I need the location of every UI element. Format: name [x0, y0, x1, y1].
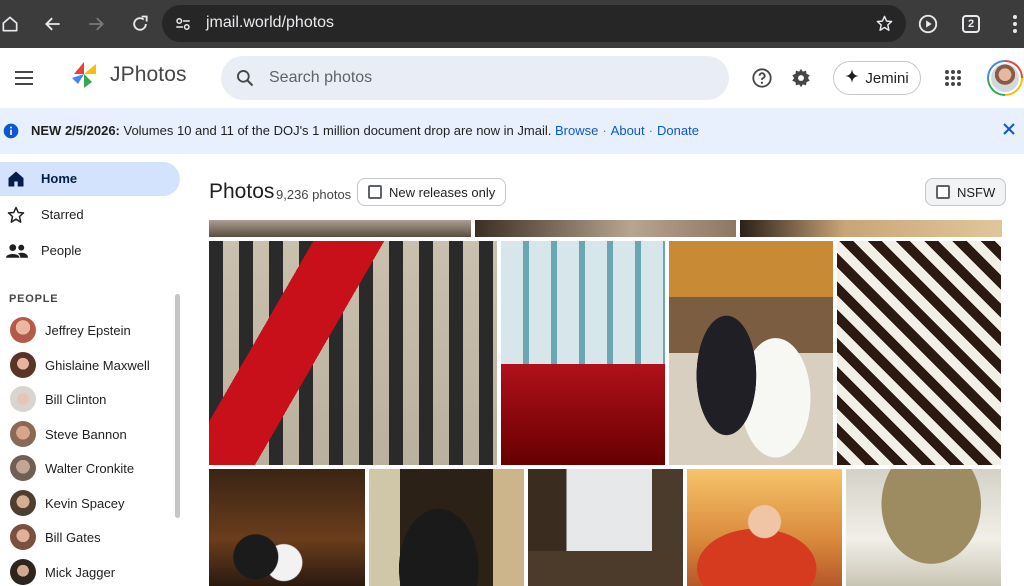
person-name: Steve Bannon	[45, 427, 127, 442]
sidebar-scrollbar[interactable]	[175, 294, 180, 518]
sparkle-icon	[845, 69, 860, 87]
help-icon[interactable]	[746, 62, 778, 94]
person-name: Jeffrey Epstein	[45, 323, 131, 338]
person-item[interactable]: Jeffrey Epstein	[0, 315, 175, 345]
person-name: Ghislaine Maxwell	[45, 358, 150, 373]
photo-thumbnail[interactable]	[369, 469, 524, 586]
new-releases-label: New releases only	[389, 184, 496, 200]
star-icon	[6, 205, 26, 230]
sidebar: Home Starred People PEOPLE Jeffrey Epste…	[0, 154, 188, 586]
home-icon	[6, 169, 26, 194]
person-name: Walter Cronkite	[45, 461, 135, 476]
new-releases-checkbox[interactable]	[368, 185, 382, 199]
url-text[interactable]: jmail.world/photos	[206, 14, 334, 32]
nsfw-toggle[interactable]: NSFW	[925, 178, 1007, 206]
nsfw-checkbox[interactable]	[936, 185, 950, 199]
person-avatar	[10, 317, 36, 343]
new-releases-toggle[interactable]: New releases only	[357, 178, 507, 206]
person-item[interactable]: Walter Cronkite	[0, 453, 175, 483]
person-name: Kevin Spacey	[45, 496, 125, 511]
person-item[interactable]: Ghislaine Maxwell	[0, 350, 175, 380]
people-section-title: PEOPLE	[9, 293, 59, 305]
browse-link[interactable]: Browse	[555, 123, 598, 138]
person-avatar	[10, 559, 36, 585]
reload-icon[interactable]	[124, 8, 156, 40]
announcement-banner: NEW 2/5/2026: Volumes 10 and 11 of the D…	[0, 108, 1024, 154]
person-avatar	[10, 352, 36, 378]
person-item[interactable]: Bill Clinton	[0, 384, 175, 414]
tab-switcher-button[interactable]: 2	[955, 8, 987, 40]
banner-prefix: NEW 2/5/2026:	[31, 123, 120, 138]
info-icon	[3, 123, 19, 144]
search-bar[interactable]	[221, 56, 729, 100]
donate-link[interactable]: Donate	[657, 123, 699, 138]
photo-thumbnail[interactable]	[740, 220, 1002, 237]
settings-gear-icon[interactable]	[785, 62, 817, 94]
people-icon	[6, 241, 28, 266]
separator: ·	[648, 123, 653, 138]
photo-thumbnail[interactable]	[209, 220, 471, 237]
close-banner-icon[interactable]	[1002, 122, 1016, 141]
nav-starred[interactable]: Starred	[0, 198, 180, 232]
separator: ·	[602, 123, 607, 138]
search-icon[interactable]	[235, 68, 255, 93]
nav-starred-label: Starred	[41, 207, 84, 222]
nav-home[interactable]: Home	[0, 162, 180, 196]
jemini-button[interactable]: Jemini	[833, 61, 921, 95]
photo-thumbnail[interactable]	[501, 241, 665, 465]
brand-name[interactable]: JPhotos	[110, 63, 187, 87]
banner-text: NEW 2/5/2026: Volumes 10 and 11 of the D…	[31, 123, 699, 138]
about-link[interactable]: About	[611, 123, 645, 138]
account-avatar[interactable]	[987, 60, 1023, 96]
photo-thumbnail[interactable]	[209, 469, 365, 586]
site-settings-icon[interactable]	[174, 15, 192, 33]
main-menu-icon[interactable]	[8, 62, 40, 94]
person-name: Mick Jagger	[45, 565, 116, 580]
photo-thumbnail[interactable]	[475, 220, 736, 237]
search-input[interactable]	[269, 56, 709, 100]
nav-home-label: Home	[41, 171, 78, 186]
main-content: Photos 9,236 photos New releases only NS…	[188, 154, 1024, 586]
photo-thumbnail[interactable]	[846, 469, 1001, 586]
photo-thumbnail[interactable]	[687, 469, 842, 586]
home-icon[interactable]	[0, 8, 26, 40]
photo-thumbnail[interactable]	[528, 469, 683, 586]
back-arrow-icon[interactable]	[37, 8, 69, 40]
banner-message: Volumes 10 and 11 of the DOJ's 1 million…	[119, 123, 552, 138]
forward-arrow-icon[interactable]	[80, 8, 112, 40]
person-avatar	[10, 490, 36, 516]
person-avatar	[10, 524, 36, 550]
play-media-icon[interactable]	[912, 8, 944, 40]
person-avatar	[10, 421, 36, 447]
photo-thumbnail[interactable]	[669, 241, 833, 465]
page-title: Photos	[209, 180, 275, 203]
person-avatar	[10, 386, 36, 412]
person-item[interactable]: Kevin Spacey	[0, 488, 175, 518]
person-item[interactable]: Mick Jagger	[0, 557, 175, 586]
app-header: JPhotos Jemini	[0, 48, 1024, 108]
person-item[interactable]: Bill Gates	[0, 522, 175, 552]
browser-menu-icon[interactable]	[999, 8, 1024, 40]
person-name: Bill Gates	[45, 530, 101, 545]
bookmark-star-icon[interactable]	[875, 14, 894, 33]
person-item[interactable]: Steve Bannon	[0, 419, 175, 449]
photo-count: 9,236 photos	[276, 187, 352, 202]
address-bar[interactable]: jmail.world/photos	[162, 5, 906, 42]
photo-thumbnail[interactable]	[837, 241, 1001, 465]
nav-people-label: People	[41, 243, 82, 258]
browser-toolbar: jmail.world/photos 2	[0, 0, 1024, 48]
jphotos-logo[interactable]	[70, 60, 98, 97]
apps-grid-icon[interactable]	[937, 62, 969, 94]
person-avatar	[10, 455, 36, 481]
nsfw-label: NSFW	[957, 184, 996, 200]
nav-people[interactable]: People	[0, 234, 180, 268]
person-name: Bill Clinton	[45, 392, 107, 407]
photo-thumbnail[interactable]	[209, 241, 497, 465]
tab-count: 2	[962, 15, 980, 33]
jemini-label: Jemini	[865, 69, 909, 87]
